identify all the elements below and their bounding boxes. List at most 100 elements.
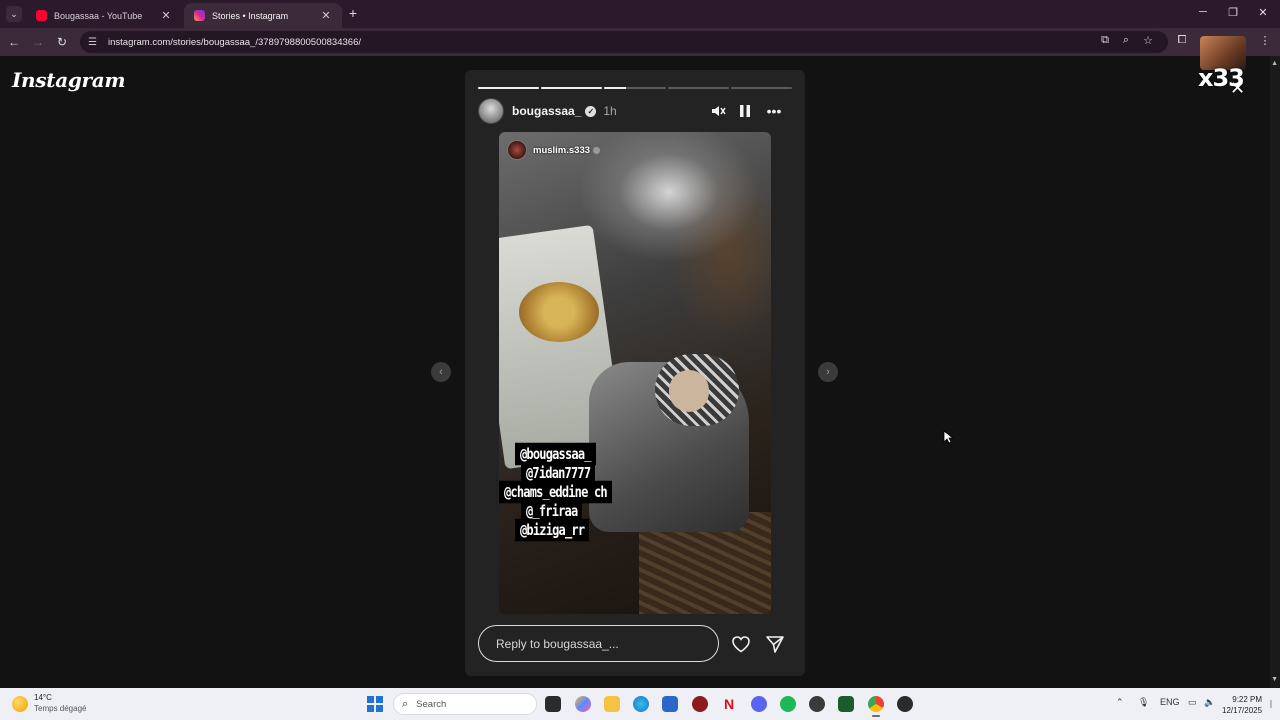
volume-icon[interactable]: 🔈 <box>1204 697 1215 708</box>
weather-widget[interactable]: 14°C Temps dégagé <box>12 693 86 714</box>
share-send-icon[interactable] <box>763 632 787 656</box>
story-timestamp: 1h <box>603 104 617 118</box>
reload-button[interactable]: ↻ <box>54 34 70 50</box>
page-scrollbar[interactable]: ▲ ▼ <box>1270 56 1280 688</box>
mute-icon[interactable] <box>709 103 727 122</box>
progress-segment <box>730 87 793 89</box>
story-viewer: bougassaa_ ✓ 1h ••• muslim.s333 @bougass… <box>465 70 805 676</box>
instagram-icon <box>194 10 205 21</box>
previous-story-button[interactable]: ‹ <box>431 362 451 382</box>
weather-condition: Temps dégagé <box>34 704 87 713</box>
youtube-icon <box>36 10 47 21</box>
clock-time: 9:22 PM <box>1232 695 1263 704</box>
tab-title: Stories • Instagram <box>212 10 289 21</box>
mention-tag[interactable]: @biziga_rr <box>515 518 590 542</box>
language-indicator[interactable]: ENG <box>1160 697 1180 707</box>
zoom-icon[interactable]: ⌕ <box>1119 34 1133 47</box>
back-button[interactable]: ← <box>6 34 22 50</box>
like-heart-icon[interactable] <box>729 632 753 656</box>
chrome-icon[interactable] <box>868 696 884 717</box>
app-icon[interactable] <box>809 696 825 712</box>
story-media[interactable]: muslim.s333 @bougassaa_ @7idan7777 @cham… <box>499 132 771 614</box>
spotify-icon[interactable] <box>780 696 796 712</box>
chevron-down-icon: ⌄ <box>10 8 18 19</box>
site-info-icon[interactable]: ☰ <box>88 37 102 48</box>
clock-date: 12/17/2025 <box>1222 706 1263 715</box>
verified-badge-icon <box>593 146 601 154</box>
show-hidden-icons[interactable]: ⌃ <box>1116 697 1124 708</box>
next-story-button[interactable]: › <box>818 362 838 382</box>
network-icon[interactable]: ▭ <box>1188 697 1197 708</box>
close-story-icon[interactable]: ✕ <box>1230 78 1245 99</box>
search-icon: ⌕ <box>402 697 409 710</box>
netflix-icon[interactable]: N <box>721 696 737 712</box>
progress-segment <box>667 87 729 89</box>
browser-toolbar: ← → ↻ ☰ instagram.com/stories/bougassaa_… <box>0 28 1280 56</box>
reply-input[interactable] <box>496 636 706 651</box>
minimize-button[interactable]: ─ <box>1196 6 1210 18</box>
new-tab-button[interactable]: + <box>346 5 360 21</box>
progress-segment <box>604 87 666 89</box>
author-username[interactable]: bougassaa_ <box>512 104 581 118</box>
close-window-button[interactable]: ✕ <box>1256 6 1270 19</box>
windows-logo-icon <box>367 696 374 703</box>
instagram-logo[interactable]: Instagram <box>12 68 126 92</box>
taskbar-search[interactable]: ⌕ Search <box>393 693 537 715</box>
pause-icon[interactable] <box>736 103 754 122</box>
scroll-down-icon[interactable]: ▼ <box>1271 676 1278 683</box>
person-face <box>669 370 709 412</box>
progress-segment <box>541 87 603 89</box>
address-url[interactable]: instagram.com/stories/bougassaa_/3789798… <box>108 37 361 48</box>
windows-logo-icon <box>376 705 383 712</box>
start-button[interactable] <box>367 696 383 712</box>
install-app-icon[interactable]: ⧉ <box>1098 34 1112 47</box>
tab-youtube[interactable]: Bougassaa - YouTube ✕ <box>26 3 182 28</box>
repost-author[interactable]: muslim.s333 <box>507 140 601 160</box>
maximize-button[interactable]: ❐ <box>1226 6 1240 19</box>
progress-fill <box>541 87 603 89</box>
taskbar-search-label: Search <box>416 698 447 710</box>
app-icon[interactable] <box>897 696 913 712</box>
progress-fill <box>478 87 540 89</box>
tab-title: Bougassaa - YouTube <box>54 10 143 21</box>
instagram-story-page: Instagram ▲ ▼ ‹ › bougassaa_ ✓ 1h ••• mu… <box>0 56 1280 688</box>
system-clock[interactable]: 9:22 PM 12/17/2025 <box>1222 694 1262 716</box>
close-tab-icon[interactable]: ✕ <box>320 9 332 22</box>
tab-strip: ⌄ Bougassaa - YouTube ✕ Stories • Instag… <box>0 0 1280 28</box>
windows-logo-icon <box>376 696 383 703</box>
task-view-icon[interactable] <box>545 696 561 712</box>
weather-temperature: 14°C <box>34 693 52 702</box>
repost-avatar[interactable] <box>507 140 527 160</box>
progress-segment <box>478 87 540 89</box>
discord-icon[interactable] <box>751 696 767 712</box>
extensions-icon[interactable]: ⧠ <box>1175 34 1189 47</box>
app-icon[interactable] <box>692 696 708 712</box>
app-icon[interactable] <box>838 696 854 712</box>
repost-username[interactable]: muslim.s333 <box>533 145 590 156</box>
address-bar[interactable]: ☰ instagram.com/stories/bougassaa_/37897… <box>80 31 1168 53</box>
windows-taskbar: 14°C Temps dégagé ⌕ Search N ⌃ 🎙 ENG ▭ 🔈… <box>0 688 1280 720</box>
verified-badge-icon: ✓ <box>585 105 597 117</box>
story-progress <box>478 87 793 89</box>
edge-icon[interactable] <box>633 696 649 712</box>
windows-logo-icon <box>367 705 374 712</box>
more-options-icon[interactable]: ••• <box>765 103 783 119</box>
progress-fill <box>604 87 626 89</box>
microphone-icon[interactable]: 🎙 <box>1138 697 1149 708</box>
copilot-icon[interactable] <box>575 696 591 712</box>
show-desktop-button[interactable] <box>1270 700 1272 708</box>
forward-button[interactable]: → <box>30 34 46 50</box>
mention-tags: @bougassaa_ @7idan7777 @chams_eddine ch … <box>499 442 629 542</box>
bookmark-star-icon[interactable]: ☆ <box>1141 34 1155 47</box>
tab-search-button[interactable]: ⌄ <box>6 6 22 22</box>
reply-box[interactable] <box>478 625 719 662</box>
file-explorer-icon[interactable] <box>604 696 620 712</box>
browser-menu-icon[interactable]: ⋮ <box>1258 34 1272 47</box>
food-plate <box>519 282 599 342</box>
close-tab-icon[interactable]: ✕ <box>160 9 172 22</box>
scroll-up-icon[interactable]: ▲ <box>1271 60 1278 67</box>
tab-instagram[interactable]: Stories • Instagram ✕ <box>184 3 342 28</box>
author-avatar[interactable] <box>478 98 504 124</box>
store-icon[interactable] <box>662 696 678 712</box>
story-author[interactable]: bougassaa_ ✓ 1h <box>478 98 617 124</box>
